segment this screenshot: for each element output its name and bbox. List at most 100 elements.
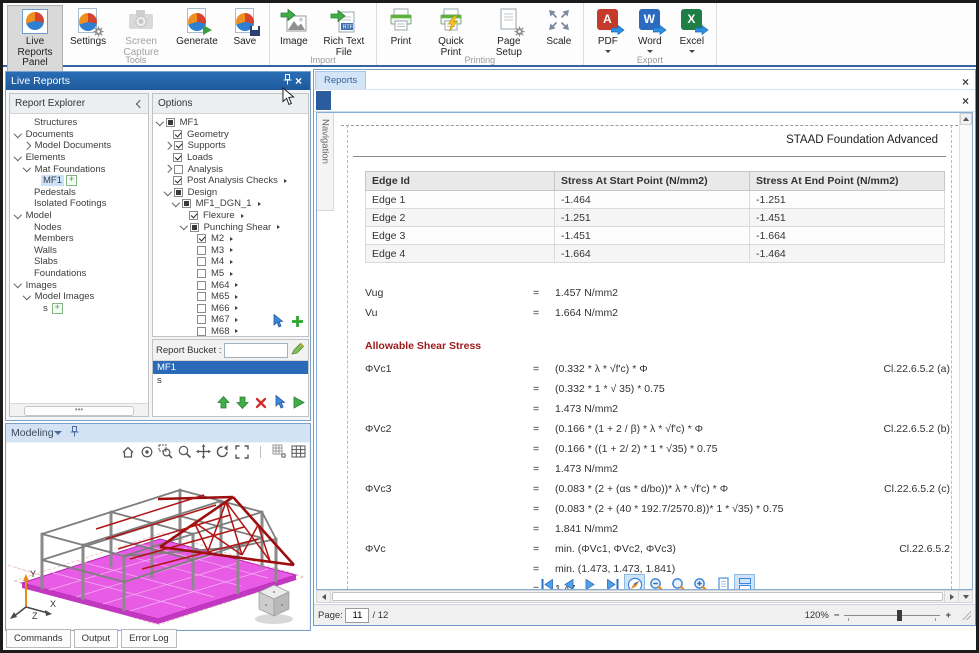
tree-item-s[interactable]: s+ <box>11 303 147 315</box>
single-page-icon[interactable] <box>712 574 733 590</box>
option-item-analysis[interactable]: Analysis <box>154 163 307 175</box>
menu-arrow-icon[interactable] <box>235 329 238 333</box>
tab-navigation[interactable]: Navigation <box>317 113 334 211</box>
pin-icon[interactable] <box>70 426 79 440</box>
option-item-flexure[interactable]: Flexure <box>154 210 307 222</box>
option-item-design[interactable]: Design <box>154 187 307 199</box>
scroll-right-button[interactable] <box>944 591 958 602</box>
select-cursor-icon[interactable] <box>273 395 286 414</box>
chevron-down-icon[interactable] <box>14 129 22 137</box>
checkbox-m66[interactable] <box>197 304 206 313</box>
option-item-m65[interactable]: M65 <box>154 291 307 303</box>
pdf-button[interactable]: APDF <box>588 5 628 56</box>
chevron-down-icon[interactable] <box>180 222 188 230</box>
tree-item-foundations[interactable]: Foundations <box>11 268 147 280</box>
hscroll-thumb[interactable]: ••• <box>24 406 134 416</box>
chevron-down-icon[interactable] <box>54 431 62 435</box>
grid-icon[interactable] <box>291 444 306 459</box>
placement-grid-icon[interactable] <box>272 444 287 459</box>
zoom-out-icon[interactable] <box>646 574 667 590</box>
excel-button[interactable]: XExcel <box>672 5 712 56</box>
resize-grip[interactable] <box>962 611 971 620</box>
fit-page-icon[interactable] <box>734 574 755 590</box>
prev-page-icon[interactable] <box>558 574 579 590</box>
option-item-post-analysis-checks[interactable]: Post Analysis Checks <box>154 175 307 187</box>
tree-item-isolated-footings[interactable]: Isolated Footings <box>11 198 147 210</box>
close-icon[interactable]: × <box>956 75 975 89</box>
tree-item-walls[interactable]: Walls <box>11 245 147 257</box>
chevron-down-icon[interactable] <box>14 280 22 288</box>
settings-button[interactable]: Settings <box>65 5 111 51</box>
chevron-down-icon[interactable] <box>164 187 172 195</box>
chevron-down-icon[interactable] <box>23 164 31 172</box>
hscroll-thumb[interactable] <box>332 592 943 601</box>
model-viewport[interactable]: Y X Z <box>7 443 309 629</box>
last-page-icon[interactable] <box>602 574 623 590</box>
tree-item-nodes[interactable]: Nodes <box>11 221 147 233</box>
rich-text-file-button[interactable]: RTFRich Text File <box>316 5 372 61</box>
tree-item-structures[interactable]: Structures <box>11 117 147 129</box>
option-item-m2[interactable]: M2 <box>154 233 307 245</box>
page-setup-button[interactable]: Page Setup <box>481 5 537 61</box>
scroll-up-button[interactable] <box>960 113 972 125</box>
tree-item-slabs[interactable]: Slabs <box>11 256 147 268</box>
tree-item-mat-foundations[interactable]: Mat Foundations <box>11 163 147 175</box>
tab-reports[interactable]: Reports <box>315 71 366 89</box>
save-button[interactable]: Save <box>225 5 265 51</box>
explorer-hscrollbar[interactable]: ••• <box>10 403 148 416</box>
tree-item-images[interactable]: Images <box>11 279 147 291</box>
dropdown-arrow-icon[interactable] <box>605 50 611 53</box>
checkbox-m65[interactable] <box>197 292 206 301</box>
checkbox-m68[interactable] <box>197 327 206 336</box>
checkbox-m4[interactable] <box>197 257 206 266</box>
zoom-in-button[interactable]: + <box>945 610 951 621</box>
first-page-icon[interactable] <box>536 574 557 590</box>
checkbox-m5[interactable] <box>197 269 206 278</box>
dropdown-arrow-icon[interactable] <box>689 50 695 53</box>
zoom-reset-icon[interactable] <box>668 574 689 590</box>
orbit-icon[interactable] <box>139 444 154 459</box>
scale-button[interactable]: Scale <box>539 5 579 51</box>
menu-arrow-icon[interactable] <box>230 260 233 264</box>
word-button[interactable]: WWord <box>630 5 670 56</box>
menu-arrow-icon[interactable] <box>230 248 233 252</box>
option-item-punching-shear[interactable]: Punching Shear <box>154 221 307 233</box>
chevron-down-icon[interactable] <box>14 211 22 219</box>
option-item-mf1[interactable]: MF1 <box>154 117 307 129</box>
menu-arrow-icon[interactable] <box>230 272 233 276</box>
tab-output[interactable]: Output <box>74 629 119 648</box>
option-item-m64[interactable]: M64 <box>154 279 307 291</box>
move-down-icon[interactable] <box>236 396 249 414</box>
tree-item-members[interactable]: Members <box>11 233 147 245</box>
collapse-chevron-icon[interactable] <box>136 99 144 107</box>
option-item-m5[interactable]: M5 <box>154 268 307 280</box>
tree-item-model[interactable]: Model <box>11 210 147 222</box>
menu-arrow-icon[interactable] <box>235 318 238 322</box>
option-item-m3[interactable]: M3 <box>154 245 307 257</box>
image-button[interactable]: Image <box>274 5 314 51</box>
tree-item-model-documents[interactable]: Model Documents <box>11 140 147 152</box>
chevron-right-icon[interactable] <box>164 142 172 150</box>
pan-compass-icon[interactable] <box>624 574 645 590</box>
checkbox-post-analysis-checks[interactable] <box>173 176 182 185</box>
tab-commands[interactable]: Commands <box>6 629 71 648</box>
checkbox-m3[interactable] <box>197 246 206 255</box>
tree-item-elements[interactable]: Elements <box>11 152 147 164</box>
menu-arrow-icon[interactable] <box>277 225 280 229</box>
option-item-m4[interactable]: M4 <box>154 256 307 268</box>
option-item-geometry[interactable]: Geometry <box>154 129 307 141</box>
move-up-icon[interactable] <box>217 396 230 414</box>
tree-item-pedestals[interactable]: Pedestals <box>11 187 147 199</box>
zoom-slider-thumb[interactable] <box>897 610 902 621</box>
report-vscrollbar[interactable] <box>959 113 972 589</box>
checkbox-geometry[interactable] <box>173 130 182 139</box>
generate-button[interactable]: Generate <box>171 5 223 51</box>
menu-arrow-icon[interactable] <box>235 295 238 299</box>
print-button[interactable]: Print <box>381 5 421 51</box>
checkbox-m2[interactable] <box>197 234 206 243</box>
checkbox-analysis[interactable] <box>174 165 183 174</box>
bucket-item-mf1[interactable]: MF1 <box>153 361 308 374</box>
home-icon[interactable] <box>120 444 135 459</box>
menu-arrow-icon[interactable] <box>258 202 261 206</box>
option-item-loads[interactable]: Loads <box>154 152 307 164</box>
